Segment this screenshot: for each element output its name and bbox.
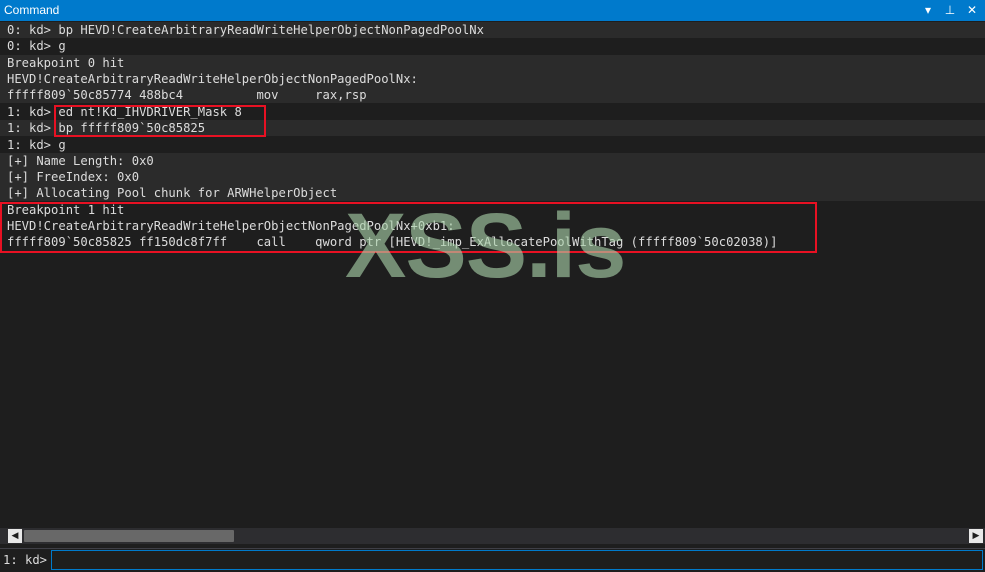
title-bar: Command ▾ ⊥ ✕ [0,0,985,21]
output-line: 1: kd> bp fffff809`50c85825 [0,120,985,136]
output-line: Breakpoint 0 hit [0,55,985,71]
output-line: HEVD!CreateArbitraryReadWriteHelperObjec… [0,218,985,234]
scroll-left-arrow-icon[interactable]: ◀ [8,529,22,543]
pin-icon[interactable]: ⊥ [940,0,960,21]
output-line: 1: kd> ed nt!Kd_IHVDRIVER_Mask 8 [0,104,985,120]
close-icon[interactable]: ✕ [962,0,982,21]
command-bar: 1: kd> [0,548,985,572]
output-line: fffff809`50c85774 488bc4 mov rax,rsp [0,87,985,103]
output-line: [+] FreeIndex: 0x0 [0,169,985,185]
output-line: [+] Name Length: 0x0 [0,153,985,169]
output-line: [+] Allocating Pool chunk for ARWHelperO… [0,185,985,201]
horizontal-scrollbar[interactable]: ◀ ▶ [0,528,985,544]
output-line: 0: kd> bp HEVD!CreateArbitraryReadWriteH… [0,22,985,38]
output-line: fffff809`50c85825 ff150dc8f7ff call qwor… [0,234,985,250]
command-prompt: 1: kd> [3,553,48,567]
output-line: 0: kd> g [0,38,985,54]
output-line: HEVD!CreateArbitraryReadWriteHelperObjec… [0,71,985,87]
window-title: Command [4,3,60,17]
output-line: Breakpoint 1 hit [0,202,985,218]
scroll-right-arrow-icon[interactable]: ▶ [969,529,983,543]
scrollbar-thumb[interactable] [24,530,234,542]
window-menu-dropdown-icon[interactable]: ▾ [918,0,938,21]
output-line: 1: kd> g [0,137,985,153]
command-output: 0: kd> bp HEVD!CreateArbitraryReadWriteH… [0,22,985,527]
command-input[interactable] [51,550,983,570]
